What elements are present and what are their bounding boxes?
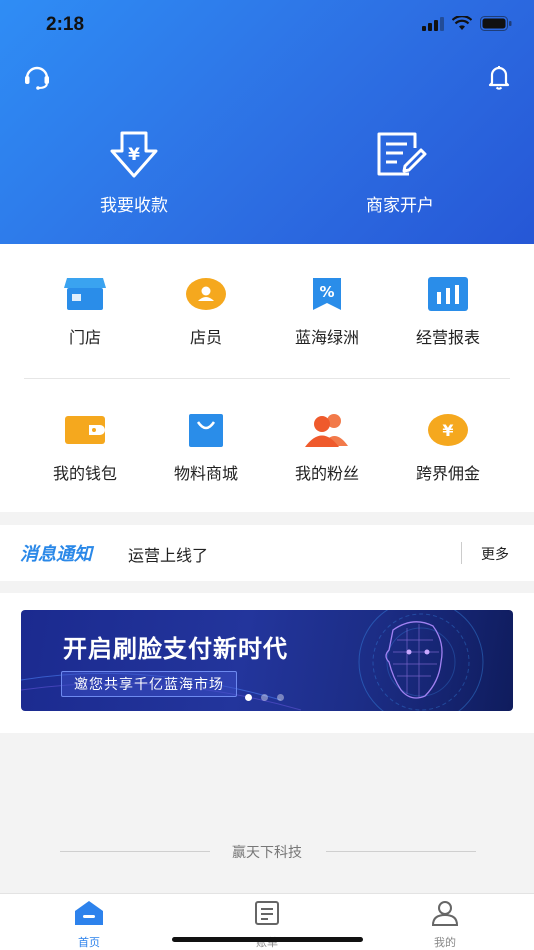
shopping-bag-icon (189, 414, 223, 447)
customer-service-icon[interactable] (22, 62, 52, 92)
receive-payment-icon: ¥ (110, 131, 158, 178)
profile-icon (431, 901, 459, 926)
tab-label: 我的 (434, 936, 456, 949)
grid-item-blue-ocean[interactable]: % 蓝海绿洲 (267, 274, 387, 348)
store-icon (64, 278, 106, 310)
grid-label: 店员 (189, 328, 222, 347)
carousel-dot[interactable] (245, 694, 252, 701)
notice-separator (461, 542, 462, 564)
grid-label: 门店 (68, 328, 101, 347)
promo-banner[interactable]: 开启刷脸支付新时代 邀您共享千亿蓝海市场 (21, 610, 513, 711)
grid-row: 门店 店员 % 蓝海绿洲 经营报表 (0, 274, 534, 364)
edit-document-icon (377, 132, 427, 176)
grid-row: 我的钱包 物料商城 我的粉丝 ¥ 跨界佣金 (0, 410, 534, 500)
grid-item-wallet[interactable]: 我的钱包 (25, 410, 145, 484)
discount-bookmark-icon: % (313, 278, 341, 310)
status-icons (422, 16, 512, 31)
tab-label: 首页 (78, 936, 100, 949)
brand-footer: 赢天下科技 (0, 842, 534, 862)
divider (24, 378, 510, 379)
tab-home[interactable]: 首页 (49, 900, 129, 950)
grid-item-store[interactable]: 门店 (25, 274, 145, 348)
notice-title: 消息通知 (20, 544, 92, 565)
banner-title: 开启刷脸支付新时代 (63, 635, 288, 663)
carousel-dots (245, 694, 284, 701)
bill-icon (255, 901, 279, 925)
grid-label: 蓝海绿洲 (294, 328, 359, 347)
receive-payment-label: 我要收款 (100, 196, 168, 216)
wifi-icon (452, 16, 472, 30)
banner-section: 开启刷脸支付新时代 邀您共享千亿蓝海市场 (0, 593, 534, 733)
svg-text:¥: ¥ (442, 421, 453, 440)
bar-chart-icon (428, 277, 468, 311)
carousel-dot[interactable] (277, 694, 284, 701)
more-link[interactable]: 更多 (481, 544, 509, 564)
home-indicator (172, 937, 363, 942)
grid-item-reports[interactable]: 经营报表 (388, 274, 508, 348)
bell-icon[interactable] (484, 62, 514, 92)
grid-label: 我的粉丝 (294, 464, 359, 483)
header-banner: 2:18 ¥ 我要收款 商家开户 (0, 0, 534, 244)
receive-payment-button[interactable]: ¥ 我要收款 (64, 130, 204, 216)
staff-icon (186, 278, 226, 310)
merchant-signup-label: 商家开户 (366, 196, 434, 216)
grid-item-fans[interactable]: 我的粉丝 (267, 410, 387, 484)
svg-text:%: % (319, 283, 334, 301)
tab-bill[interactable]: 账单 (227, 900, 307, 950)
signal-icon (422, 16, 444, 31)
fans-icon (305, 414, 348, 447)
tab-mine[interactable]: 我的 (405, 900, 485, 950)
brand-divider (326, 851, 476, 852)
battery-icon (480, 16, 512, 31)
merchant-signup-button[interactable]: 商家开户 (330, 130, 470, 216)
grid-item-cross-commission[interactable]: ¥ 跨界佣金 (388, 410, 508, 484)
yuan-coin-icon: ¥ (428, 414, 468, 446)
notice-text[interactable]: 运营上线了 (128, 542, 208, 566)
grid-item-staff[interactable]: 店员 (146, 274, 266, 348)
function-grid: 门店 店员 % 蓝海绿洲 经营报表 我的钱包 物料商城 我的粉丝 ¥ 跨界佣金 (0, 244, 534, 512)
carousel-dot[interactable] (261, 694, 268, 701)
home-icon (75, 901, 103, 925)
grid-label: 我的钱包 (52, 464, 117, 483)
status-time: 2:18 (46, 14, 85, 35)
status-bar: 2:18 (0, 0, 534, 50)
grid-label: 跨界佣金 (415, 464, 480, 483)
brand-text: 赢天下科技 (232, 845, 302, 861)
grid-label: 经营报表 (415, 328, 480, 347)
banner-subtitle: 邀您共享千亿蓝海市场 (61, 671, 237, 697)
svg-text:¥: ¥ (128, 145, 140, 165)
grid-label: 物料商城 (173, 464, 238, 483)
grid-item-materials-mall[interactable]: 物料商城 (146, 410, 266, 484)
wallet-icon (65, 416, 105, 444)
notice-bar[interactable]: 消息通知 运营上线了 更多 (0, 525, 534, 581)
